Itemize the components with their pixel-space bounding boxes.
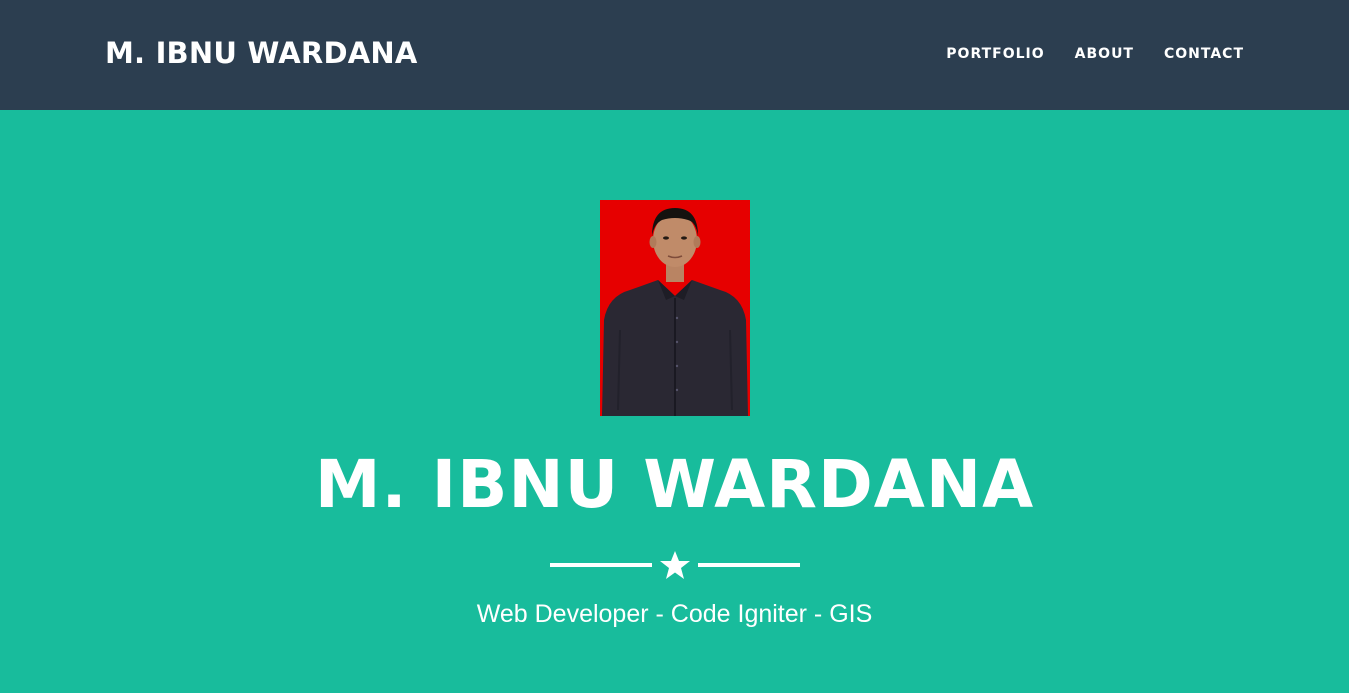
hero-name: M. IBNU WARDANA — [314, 446, 1035, 523]
navbar: M. IBNU WARDANA PORTFOLIO ABOUT CONTACT — [0, 0, 1349, 110]
profile-photo — [600, 200, 750, 416]
tagline: Web Developer - Code Igniter - GIS — [476, 600, 873, 628]
brand-link[interactable]: M. IBNU WARDANA — [105, 36, 417, 70]
nav-link-portfolio[interactable]: PORTFOLIO — [946, 46, 1044, 62]
nav-link-about[interactable]: ABOUT — [1075, 46, 1134, 62]
star-icon — [660, 551, 690, 579]
nav-links: PORTFOLIO ABOUT CONTACT — [946, 46, 1244, 62]
hero-header: M. IBNU WARDANA Web Developer - Code Ign… — [0, 110, 1349, 693]
nav-link-contact[interactable]: CONTACT — [1164, 46, 1244, 62]
star-divider — [550, 550, 800, 580]
divider-line-right — [698, 563, 800, 567]
divider-line-left — [550, 563, 652, 567]
